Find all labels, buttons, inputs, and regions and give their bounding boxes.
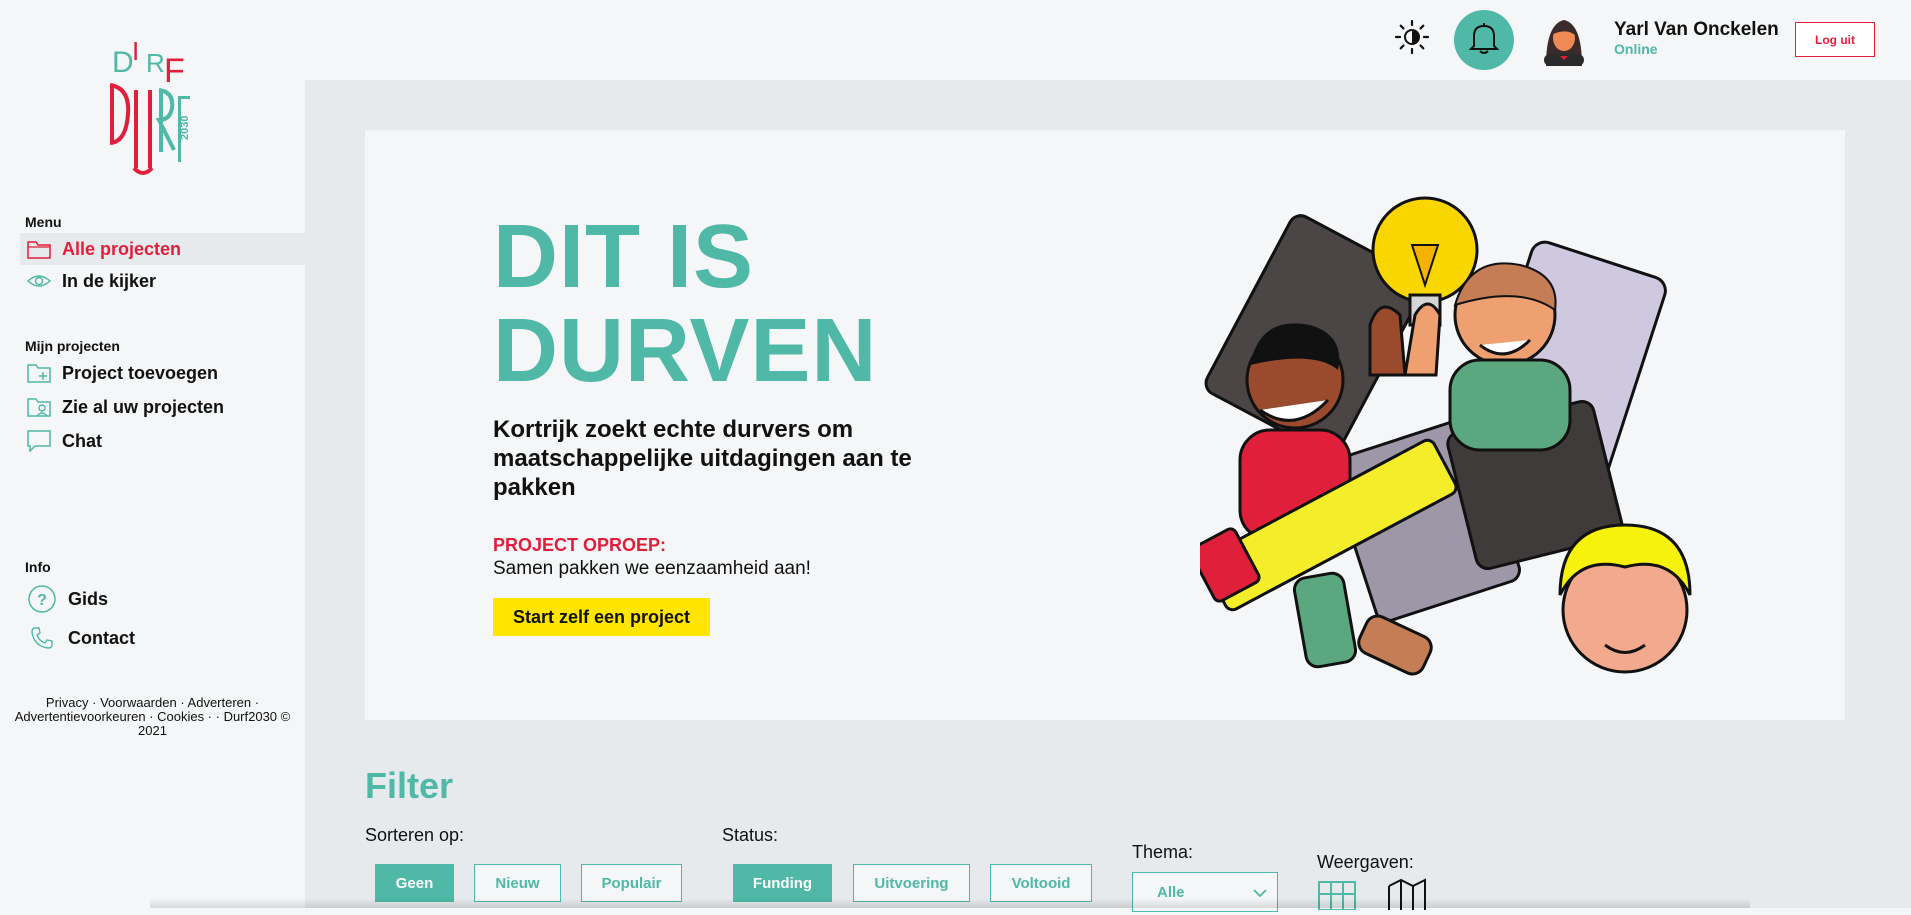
user-status: Online bbox=[1614, 41, 1658, 57]
bell-icon bbox=[1468, 21, 1500, 60]
logout-button[interactable]: Log uit bbox=[1795, 22, 1875, 57]
footer-line: 2021 bbox=[138, 723, 167, 738]
folder-user-icon bbox=[26, 395, 52, 419]
sort-option-geen[interactable]: Geen bbox=[375, 864, 454, 902]
hero-illustration bbox=[1189, 175, 1720, 695]
sidebar-item-alle-projecten[interactable]: Alle projecten bbox=[20, 233, 305, 265]
sort-option-populair[interactable]: Populair bbox=[581, 864, 682, 902]
avatar[interactable] bbox=[1540, 14, 1588, 66]
info-heading: Info bbox=[25, 559, 51, 575]
folder-add-icon bbox=[26, 361, 52, 385]
svg-text:R: R bbox=[146, 48, 165, 78]
status-option-funding[interactable]: Funding bbox=[733, 864, 832, 902]
status-option-voltooid[interactable]: Voltooid bbox=[990, 864, 1092, 902]
hero-subtitle: Kortrijk zoekt echte durvers om maatscha… bbox=[493, 416, 912, 501]
start-project-button[interactable]: Start zelf een project bbox=[493, 598, 710, 636]
folder-icon bbox=[26, 237, 52, 261]
phone-icon bbox=[26, 622, 58, 654]
sidebar-item-contact[interactable]: Contact bbox=[20, 622, 135, 654]
hero-banner: DIT IS DURVEN Kortrijk zoekt echte durve… bbox=[365, 130, 1845, 720]
theme-toggle-button[interactable] bbox=[1393, 19, 1431, 60]
sidebar-item-gids[interactable]: ? Gids bbox=[20, 583, 108, 615]
hero-title-line: DIT IS bbox=[493, 207, 755, 307]
hero-title-line: DURVEN bbox=[493, 301, 878, 401]
svg-text:D: D bbox=[112, 46, 134, 79]
sort-label: Sorteren op: bbox=[365, 825, 465, 845]
sidebar-item-label: Chat bbox=[62, 430, 102, 451]
durf-logo[interactable]: D I R F 2030 bbox=[104, 30, 204, 180]
sidebar-item-label: Alle projecten bbox=[62, 238, 182, 259]
help-circle-icon: ? bbox=[26, 583, 58, 615]
bottom-shadow bbox=[150, 898, 1750, 908]
sun-icon bbox=[1394, 19, 1430, 60]
svg-text:?: ? bbox=[37, 592, 47, 609]
user-name[interactable]: Yarl Van Onckelen bbox=[1614, 19, 1779, 41]
filter-title: Filter bbox=[365, 765, 454, 806]
sidebar-item-label: Project toevoegen bbox=[62, 362, 219, 383]
sidebar-item-chat[interactable]: Chat bbox=[20, 425, 102, 457]
sidebar-item-label: Zie al uw projecten bbox=[62, 396, 225, 417]
project-call-label: PROJECT OPROEP: bbox=[493, 535, 667, 555]
footer-line[interactable]: Privacy · Voorwaarden · Adverteren · bbox=[0, 696, 305, 710]
sidebar: D I R F 2030 Menu Alle projecten In de k… bbox=[0, 0, 305, 908]
status-label: Status: bbox=[722, 825, 779, 845]
my-projects-heading: Mijn projecten bbox=[25, 338, 120, 354]
svg-text:F: F bbox=[164, 52, 185, 90]
footer-line[interactable]: Advertentievoorkeuren · Cookies · · Durf… bbox=[0, 710, 305, 724]
chat-icon bbox=[26, 429, 52, 453]
notifications-button[interactable] bbox=[1454, 10, 1514, 70]
status-option-uitvoering[interactable]: Uitvoering bbox=[853, 864, 970, 902]
svg-text:2030: 2030 bbox=[179, 116, 191, 140]
view-label: Weergaven: bbox=[1317, 852, 1414, 872]
project-call-text: Samen pakken we eenzaamheid aan! bbox=[493, 558, 811, 579]
hero-title: DIT IS DURVEN bbox=[493, 210, 877, 398]
sidebar-item-label: Contact bbox=[68, 627, 135, 648]
eye-icon bbox=[26, 269, 52, 293]
menu-heading: Menu bbox=[25, 214, 62, 230]
sidebar-item-zie-al-uw-projecten[interactable]: Zie al uw projecten bbox=[20, 391, 224, 423]
sidebar-item-project-toevoegen[interactable]: Project toevoegen bbox=[20, 357, 218, 389]
sidebar-item-label: In de kijker bbox=[62, 270, 157, 291]
sidebar-item-in-de-kijker[interactable]: In de kijker bbox=[20, 265, 156, 297]
footer-links[interactable]: Privacy · Voorwaarden · Adverteren · Adv… bbox=[0, 696, 305, 738]
main-content: DIT IS DURVEN Kortrijk zoekt echte durve… bbox=[305, 80, 1911, 912]
theme-label: Thema: bbox=[1132, 842, 1194, 862]
sort-option-nieuw[interactable]: Nieuw bbox=[474, 864, 561, 902]
svg-text:I: I bbox=[132, 36, 139, 66]
sidebar-item-label: Gids bbox=[68, 588, 109, 609]
